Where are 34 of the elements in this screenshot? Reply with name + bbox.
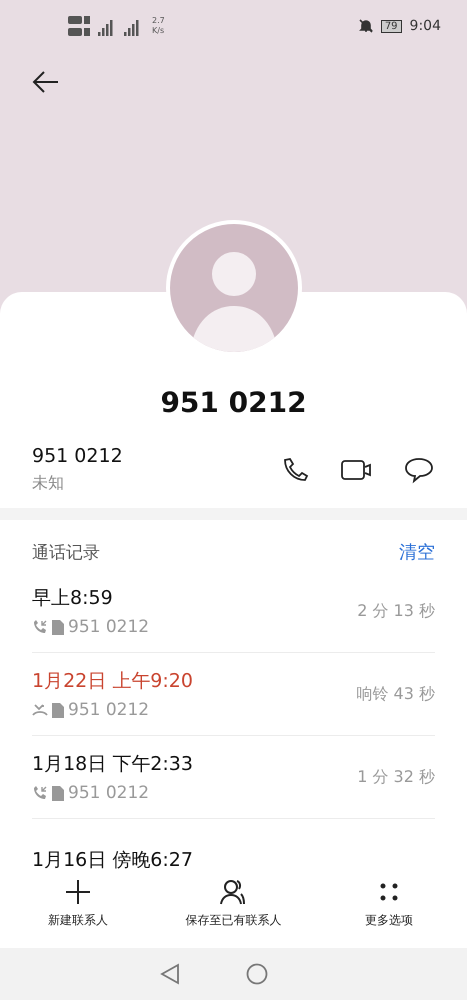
action-button[interactable]: 保存至已有联系人 — [163, 872, 304, 948]
call-duration: 响铃 43 秒 — [356, 684, 435, 704]
call-duration: 1 分 32 秒 — [357, 766, 435, 788]
call-number: 951 0212 — [68, 783, 150, 803]
sim-icon — [52, 620, 64, 634]
phone-number: 951 0212 — [32, 445, 124, 467]
call-duration: 2 分 13 秒 — [357, 600, 435, 622]
network-speed: 2.7 — [152, 16, 165, 26]
call-number: 951 0212 — [68, 700, 150, 720]
mute-bell-icon — [358, 19, 373, 33]
call-time: 1月16日 傍晚6:27 — [32, 848, 194, 873]
call-time: 早上8:59 — [32, 586, 114, 611]
battery-level: 79 — [380, 20, 402, 32]
sim-icon — [52, 702, 64, 718]
call-number: 951 0212 — [68, 617, 150, 637]
call-log-title: 通话记录 — [32, 542, 100, 564]
action-button[interactable]: 新建联系人 — [8, 872, 148, 948]
clear-button[interactable]: 清空 — [399, 540, 435, 564]
action-button[interactable]: 更多选项 — [319, 872, 460, 948]
incoming-call-icon — [32, 619, 48, 635]
home-nav-icon[interactable] — [246, 963, 268, 985]
clock-time: 9:04 — [410, 18, 441, 34]
number-label: 未知 — [32, 473, 65, 494]
call-time: 1月18日 下午2:33 — [32, 752, 194, 777]
missed-call-icon — [32, 703, 48, 717]
person-icon — [219, 878, 248, 906]
back-nav-icon[interactable] — [160, 963, 180, 985]
back-arrow-icon — [32, 70, 60, 94]
call-time: 1月22日 上午9:20 — [32, 669, 194, 694]
sim-icon — [52, 786, 64, 800]
contact-number-title: 951 0212 — [159, 386, 308, 419]
plus-icon — [64, 878, 92, 906]
speed-unit: K/s — [152, 26, 165, 36]
incoming-call-icon — [32, 785, 48, 801]
